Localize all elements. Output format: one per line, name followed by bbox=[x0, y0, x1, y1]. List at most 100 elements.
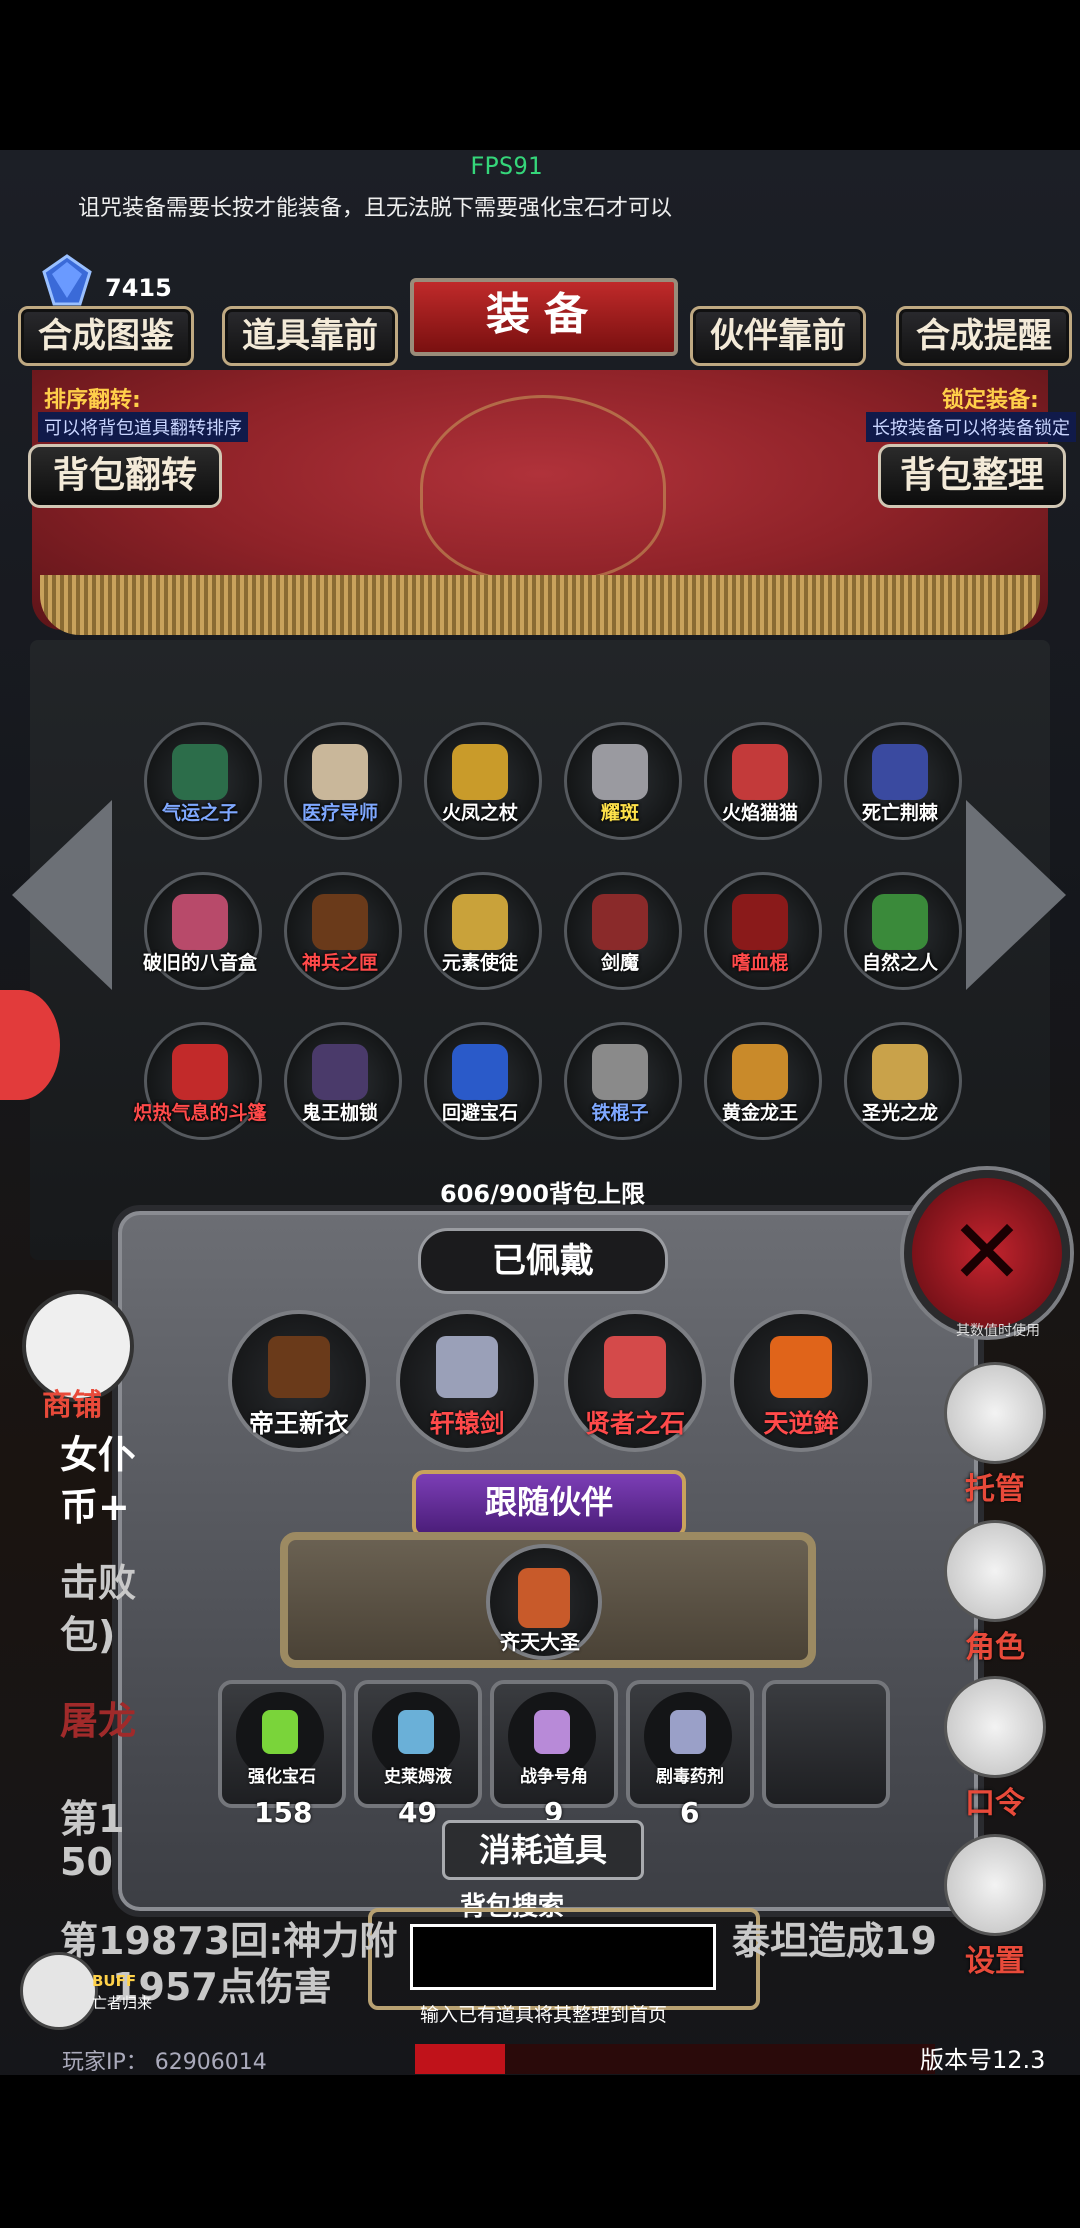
inventory-item[interactable]: 死亡荆棘 bbox=[838, 722, 962, 846]
sword-icon bbox=[436, 1336, 498, 1398]
consumable-label: 强化宝石 bbox=[248, 1767, 316, 1787]
inventory-item[interactable]: 鬼王枷锁 bbox=[278, 1022, 402, 1146]
tip-text: 诅咒装备需要长按才能装备，且无法脱下需要强化宝石才可以 bbox=[78, 196, 673, 221]
item-label: 元素使徒 bbox=[441, 952, 518, 974]
inventory-item[interactable]: 元素使徒 bbox=[418, 872, 542, 996]
partners-first-button[interactable]: 伙伴靠前 bbox=[690, 306, 866, 366]
equipped-slot[interactable]: 帝王新衣 bbox=[228, 1310, 370, 1452]
consumables-title: 消耗道具 bbox=[442, 1820, 644, 1880]
inventory-item[interactable]: 黄金龙王 bbox=[698, 1022, 822, 1146]
item-label: 破旧的八音盒 bbox=[142, 952, 257, 974]
skull-icon[interactable] bbox=[20, 1952, 98, 2030]
inventory-item[interactable]: 圣光之龙 bbox=[838, 1022, 962, 1146]
gear-icon bbox=[944, 1834, 1046, 1936]
consumable-count: 6 bbox=[680, 1796, 700, 1829]
item-icon bbox=[592, 744, 648, 800]
consumable-slot[interactable]: 史莱姆液 bbox=[354, 1680, 482, 1808]
hooded-character-icon bbox=[944, 1520, 1046, 1622]
inventory-item[interactable]: 火焰猫猫 bbox=[698, 722, 822, 846]
log-line: 包) bbox=[60, 1613, 116, 1657]
code-label: 口令 bbox=[965, 1786, 1025, 1821]
fps-counter: FPS91 bbox=[470, 152, 543, 180]
sort-flip-desc: 可以将背包道具翻转排序 bbox=[38, 412, 248, 442]
item-icon bbox=[872, 1044, 928, 1100]
equipped-slot[interactable]: 天逆鉾 bbox=[730, 1310, 872, 1452]
code-button[interactable]: 口令 bbox=[940, 1676, 1050, 1822]
item-icon bbox=[872, 744, 928, 800]
empty-consumable-slot[interactable] bbox=[762, 1680, 890, 1808]
item-label: 剑魔 bbox=[600, 952, 639, 974]
log-line: 第1 bbox=[60, 1797, 125, 1841]
item-label: 嗜血棍 bbox=[731, 952, 789, 974]
inventory-item[interactable]: 医疗导师 bbox=[278, 722, 402, 846]
consumable-slot[interactable]: 强化宝石 bbox=[218, 1680, 346, 1808]
search-input[interactable] bbox=[410, 1924, 716, 1990]
auto-manage-button[interactable]: 托管 bbox=[940, 1362, 1050, 1508]
prev-page-arrow-icon[interactable] bbox=[12, 800, 112, 990]
equipped-label: 天逆鉾 bbox=[763, 1409, 839, 1438]
gem-icon bbox=[262, 1710, 298, 1754]
settings-button[interactable]: 设置 bbox=[940, 1834, 1050, 1980]
equipped-label: 贤者之石 bbox=[584, 1409, 685, 1438]
next-page-arrow-icon[interactable] bbox=[966, 800, 1066, 990]
book-icon bbox=[944, 1676, 1046, 1778]
inventory-item[interactable]: 气运之子 bbox=[138, 722, 262, 846]
inventory-item[interactable]: 嗜血棍 bbox=[698, 872, 822, 996]
shop-label: 商铺 bbox=[42, 1388, 102, 1423]
inventory-item[interactable]: 剑魔 bbox=[558, 872, 682, 996]
gem-count: 7415 bbox=[105, 274, 172, 302]
item-label: 铁棍子 bbox=[591, 1102, 649, 1124]
inventory-item[interactable]: 火凤之杖 bbox=[418, 722, 542, 846]
item-label: 黄金龙王 bbox=[721, 1102, 798, 1124]
consumable-slot[interactable]: 战争号角 bbox=[490, 1680, 618, 1808]
inventory-item[interactable]: 破旧的八音盒 bbox=[138, 872, 262, 996]
item-label: 神兵之匣 bbox=[301, 952, 378, 974]
inventory-item[interactable]: 回避宝石 bbox=[418, 1022, 542, 1146]
close-icon: ✕ bbox=[949, 1200, 1025, 1305]
item-label: 死亡荆棘 bbox=[861, 802, 938, 824]
bag-sort-button[interactable]: 背包整理 bbox=[878, 444, 1066, 508]
items-first-button[interactable]: 道具靠前 bbox=[222, 306, 398, 366]
curtain-fringe bbox=[40, 575, 1040, 635]
bag-capacity: 606/900背包上限 bbox=[440, 1180, 645, 1208]
consumable-count: 158 bbox=[254, 1796, 313, 1829]
item-label: 回避宝石 bbox=[441, 1102, 518, 1124]
item-icon bbox=[872, 894, 928, 950]
inventory-item[interactable]: 炽热气息的斗篷 bbox=[133, 1022, 267, 1146]
equipped-label: 帝王新衣 bbox=[248, 1409, 349, 1438]
sort-flip-label: 排序翻转: bbox=[44, 388, 141, 413]
bag-flip-button[interactable]: 背包翻转 bbox=[28, 444, 222, 508]
item-icon bbox=[172, 744, 228, 800]
progress-bar-fill bbox=[415, 2044, 505, 2074]
character-label: 角色 bbox=[965, 1630, 1025, 1665]
version-label: 版本号12.3 bbox=[920, 2046, 1046, 2074]
log-line: 币+ bbox=[60, 1485, 130, 1529]
flask-icon bbox=[670, 1710, 706, 1754]
item-icon bbox=[732, 894, 788, 950]
consumable-label: 史莱姆液 bbox=[384, 1767, 452, 1787]
equipped-title: 已佩戴 bbox=[418, 1228, 668, 1294]
consumable-slot[interactable]: 剧毒药剂 bbox=[626, 1680, 754, 1808]
crossed-swords-emblem bbox=[420, 395, 666, 581]
stone-icon bbox=[604, 1336, 666, 1398]
item-icon bbox=[592, 894, 648, 950]
search-hint: 输入已有道具将其整理到首页 bbox=[420, 2004, 668, 2026]
item-icon bbox=[172, 1044, 228, 1100]
armor-icon bbox=[268, 1336, 330, 1398]
inventory-item[interactable]: 自然之人 bbox=[838, 872, 962, 996]
log-line: 50 bbox=[60, 1840, 113, 1884]
inventory-item[interactable]: 铁棍子 bbox=[558, 1022, 682, 1146]
item-label: 医疗导师 bbox=[301, 802, 378, 824]
dice-icon bbox=[944, 1362, 1046, 1464]
inventory-item[interactable]: 耀斑 bbox=[558, 722, 682, 846]
close-button[interactable]: ✕ bbox=[904, 1170, 1070, 1336]
item-icon bbox=[592, 1044, 648, 1100]
equipped-slot[interactable]: 贤者之石 bbox=[564, 1310, 706, 1452]
synthesis-guide-button[interactable]: 合成图鉴 bbox=[18, 306, 194, 366]
character-button[interactable]: 角色 bbox=[940, 1520, 1050, 1666]
item-label: 火凤之杖 bbox=[441, 802, 518, 824]
item-icon bbox=[452, 744, 508, 800]
equipped-slot[interactable]: 轩辕剑 bbox=[396, 1310, 538, 1452]
inventory-item[interactable]: 神兵之匣 bbox=[278, 872, 402, 996]
synthesis-reminder-button[interactable]: 合成提醒 bbox=[896, 306, 1072, 366]
